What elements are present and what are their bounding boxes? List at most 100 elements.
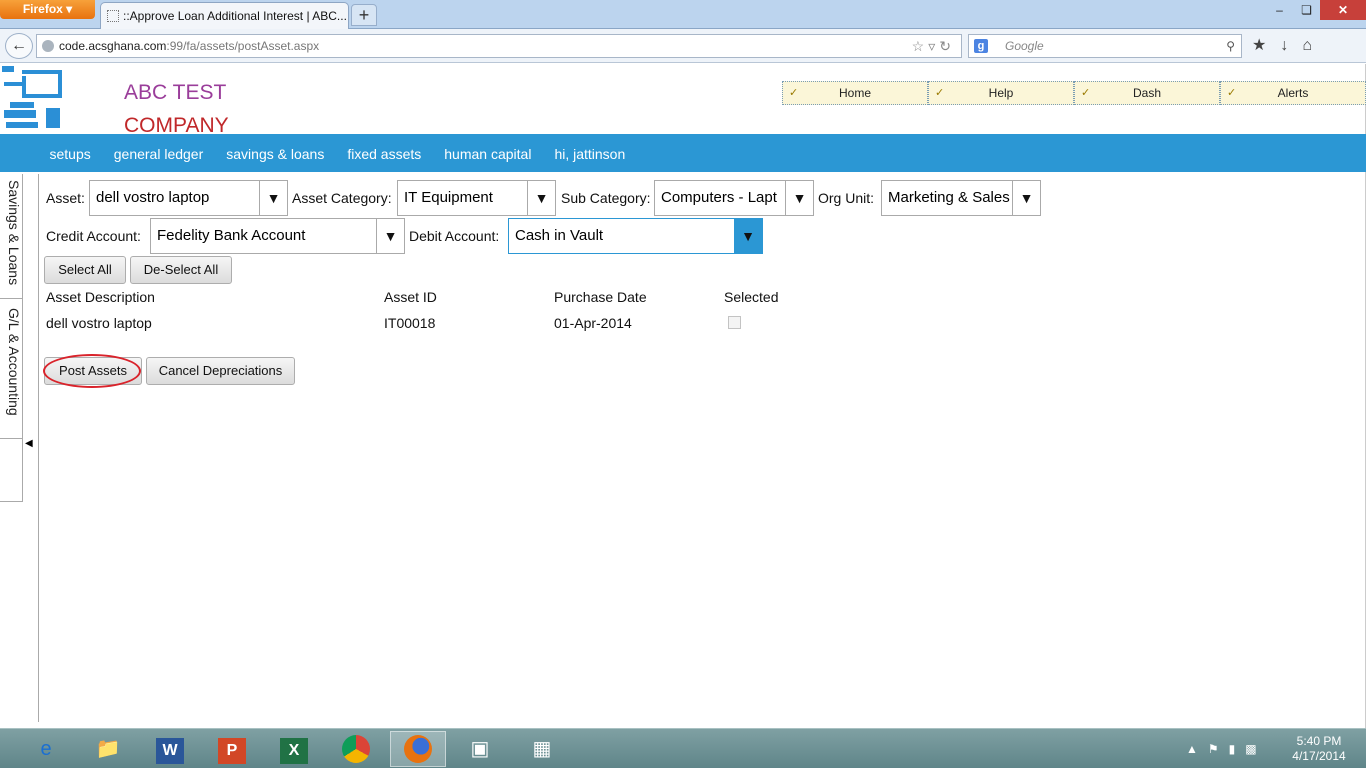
row-selected-checkbox[interactable] bbox=[728, 316, 741, 329]
side-tab-divider bbox=[0, 298, 23, 299]
select-all-button[interactable]: Select All bbox=[44, 256, 126, 284]
side-panel-tabs: Savings & Loans G/L & Accounting bbox=[0, 174, 23, 502]
excel-icon[interactable]: X bbox=[266, 731, 322, 767]
check-icon: ✓ bbox=[1081, 87, 1091, 99]
check-icon: ✓ bbox=[789, 87, 799, 99]
asset-category-label: Asset Category: bbox=[292, 190, 392, 206]
highlight-ring bbox=[43, 354, 141, 388]
side-tab-divider bbox=[0, 438, 23, 439]
firefox-icon[interactable] bbox=[390, 731, 446, 767]
dropdown-arrow-icon[interactable]: ▼ bbox=[527, 181, 555, 215]
dropdown-icon[interactable]: ▿ bbox=[928, 38, 939, 54]
search-bar[interactable]: g Google ⚲ bbox=[968, 34, 1242, 58]
ie-icon[interactable]: e bbox=[18, 731, 74, 767]
col-header-purchase-date: Purchase Date bbox=[554, 289, 647, 305]
reload-icon[interactable]: ↻ bbox=[939, 38, 955, 54]
nav-fixed-assets[interactable]: fixed assets bbox=[336, 134, 433, 172]
company-name: ABC TEST COMPANY bbox=[124, 76, 229, 142]
side-tab-savings-loans[interactable]: Savings & Loans bbox=[2, 180, 22, 285]
system-tray: ▲ ⚑ ▮ ▩ bbox=[1186, 729, 1257, 769]
top-menu-home[interactable]: ✓ Home bbox=[782, 81, 928, 105]
tab-title: ::Approve Loan Additional Interest | ABC… bbox=[123, 9, 347, 23]
top-menu-alerts[interactable]: ✓ Alerts bbox=[1220, 81, 1366, 105]
word-icon[interactable]: W bbox=[142, 731, 198, 767]
col-header-selected: Selected bbox=[724, 289, 779, 305]
tray-expand-icon[interactable]: ▲ bbox=[1186, 729, 1198, 769]
top-menu-dash[interactable]: ✓ Dash bbox=[1074, 81, 1220, 105]
col-header-asset-id: Asset ID bbox=[384, 289, 437, 305]
asset-category-select[interactable]: IT Equipment ▼ bbox=[397, 180, 556, 216]
top-menu: ✓ Home ✓ Help ✓ Dash ✓ Alerts bbox=[782, 81, 1366, 105]
web-page: ABC TEST COMPANY ✓ Home ✓ Help ✓ Dash ✓ Aler… bbox=[0, 64, 1366, 728]
dropdown-arrow-icon[interactable]: ▼ bbox=[734, 219, 762, 253]
dropdown-arrow-icon[interactable]: ▼ bbox=[1012, 181, 1040, 215]
debit-account-select[interactable]: Cash in Vault ▼ bbox=[508, 218, 763, 254]
bookmarks-icon[interactable]: ★ bbox=[1252, 34, 1266, 58]
asset-select[interactable]: dell vostro laptop ▼ bbox=[89, 180, 288, 216]
nav-general-ledger[interactable]: general ledger bbox=[102, 134, 215, 172]
remote-desktop-icon[interactable]: ▦ bbox=[514, 731, 570, 767]
chrome-icon[interactable] bbox=[328, 731, 384, 767]
side-tab-gl-accounting[interactable]: G/L & Accounting bbox=[2, 308, 22, 416]
file-explorer-icon[interactable]: 📁 bbox=[80, 731, 136, 767]
url-bar[interactable]: code.acsghana.com:99/fa/assets/postAsset… bbox=[36, 34, 962, 58]
cancel-depreciations-button[interactable]: Cancel Depreciations bbox=[146, 357, 295, 385]
col-header-description: Asset Description bbox=[46, 289, 155, 305]
url-controls: ☆▿↻ bbox=[912, 35, 955, 57]
bookmark-star-icon[interactable]: ☆ bbox=[912, 38, 929, 54]
debit-account-value: Cash in Vault bbox=[515, 227, 604, 244]
network-icon[interactable]: ▩ bbox=[1245, 729, 1256, 769]
top-menu-label: Alerts bbox=[1277, 86, 1309, 100]
main-nav: setups general ledger savings & loans fi… bbox=[0, 134, 1366, 172]
top-menu-help[interactable]: ✓ Help bbox=[928, 81, 1074, 105]
nav-setups[interactable]: setups bbox=[38, 134, 102, 172]
org-unit-label: Org Unit: bbox=[818, 190, 875, 206]
asset-label: Asset: bbox=[46, 190, 85, 206]
check-icon: ✓ bbox=[935, 87, 945, 99]
globe-icon bbox=[42, 40, 54, 52]
panel-separator bbox=[38, 174, 39, 722]
clock-date: 4/17/2014 bbox=[1292, 749, 1346, 763]
dropdown-arrow-icon[interactable]: ▼ bbox=[259, 181, 287, 215]
url-path: :99/fa/assets/postAsset.aspx bbox=[166, 39, 320, 53]
google-engine-icon[interactable]: g bbox=[974, 39, 988, 53]
clock-time: 5:40 PM bbox=[1296, 734, 1342, 748]
back-button[interactable]: ← bbox=[5, 33, 33, 59]
org-unit-select[interactable]: Marketing & Sales ▼ bbox=[881, 180, 1041, 216]
firefox-menu-button[interactable]: Firefox ▾ bbox=[0, 0, 95, 19]
home-icon[interactable]: ⌂ bbox=[1302, 34, 1312, 58]
download-icon[interactable]: ↓ bbox=[1280, 34, 1288, 58]
flag-icon[interactable]: ⚑ bbox=[1208, 729, 1219, 769]
asset-select-value: dell vostro laptop bbox=[96, 189, 210, 206]
browser-tab[interactable]: ::Approve Loan Additional Interest | ABC… bbox=[100, 2, 349, 29]
dropdown-arrow-icon[interactable]: ▼ bbox=[785, 181, 813, 215]
url-host: code.acsghana.com bbox=[59, 39, 167, 53]
powerpoint-icon[interactable]: P bbox=[204, 731, 260, 767]
nav-human-capital[interactable]: human capital bbox=[433, 134, 543, 172]
restore-button[interactable]: ❏ bbox=[1293, 0, 1320, 20]
toolbar-icons: ★ ↓ ⌂ bbox=[1252, 34, 1312, 58]
top-menu-label: Home bbox=[838, 86, 871, 100]
credit-account-select[interactable]: Fedelity Bank Account ▼ bbox=[150, 218, 405, 254]
search-icon[interactable]: ⚲ bbox=[1226, 35, 1235, 57]
search-placeholder: Google bbox=[1005, 39, 1044, 53]
nav-user-greeting[interactable]: hi, jattinson bbox=[543, 134, 637, 172]
video-app-icon[interactable]: ▣ bbox=[452, 731, 508, 767]
close-window-button[interactable]: ✕ bbox=[1320, 0, 1366, 20]
cell-asset-id: IT00018 bbox=[384, 315, 436, 331]
sub-category-select[interactable]: Computers - Lapt ▼ bbox=[654, 180, 814, 216]
battery-icon[interactable]: ▮ bbox=[1229, 729, 1236, 769]
system-clock[interactable]: 5:40 PM 4/17/2014 bbox=[1284, 734, 1354, 764]
deselect-all-button[interactable]: De-Select All bbox=[130, 256, 232, 284]
dropdown-arrow-icon[interactable]: ▼ bbox=[376, 219, 404, 253]
collapse-panel-icon[interactable]: ◀ bbox=[25, 438, 33, 449]
windows-taskbar: e 📁 W P X ▣ ▦ ▲ ⚑ ▮ ▩ 5:40 PM 4/17/2014 bbox=[0, 728, 1366, 768]
org-unit-value: Marketing & Sales bbox=[888, 189, 1010, 206]
back-arrow-icon: ← bbox=[11, 37, 27, 54]
debit-account-label: Debit Account: bbox=[409, 228, 500, 244]
sub-category-value: Computers - Lapt bbox=[661, 189, 777, 206]
new-tab-button[interactable]: + bbox=[351, 4, 377, 26]
minimize-button[interactable]: – bbox=[1266, 0, 1293, 20]
window-controls: – ❏ ✕ bbox=[1266, 0, 1366, 20]
nav-savings-loans[interactable]: savings & loans bbox=[215, 134, 336, 172]
